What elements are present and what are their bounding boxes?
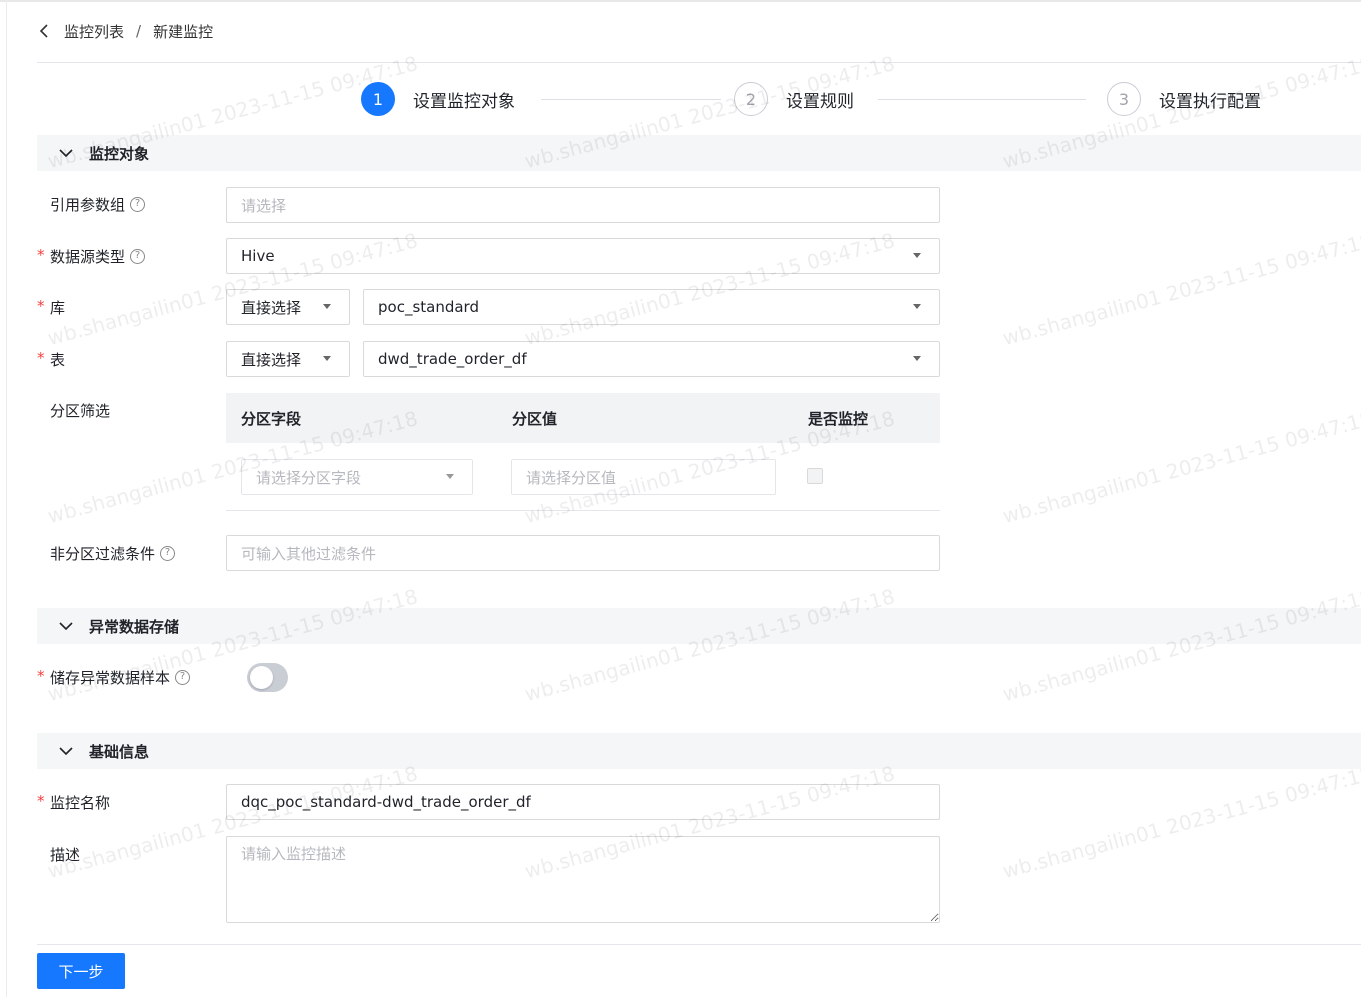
table-mode-value: 直接选择 — [241, 350, 302, 369]
monitor-name-value: dqc_poc_standard-dwd_trade_order_df — [241, 793, 531, 811]
watermark: wb.shangailin01 2023-11-15 09:47:18 — [1000, 228, 1361, 351]
table-label: 表 — [50, 349, 65, 369]
partition-value-input[interactable]: 请选择分区值 — [511, 459, 776, 495]
caret-down-icon — [913, 253, 921, 258]
chevron-left-icon[interactable] — [36, 22, 54, 40]
col-partition-value: 分区值 — [512, 410, 558, 428]
description-textarea[interactable] — [226, 836, 940, 923]
chevron-down-icon[interactable] — [57, 617, 75, 635]
table-value: dwd_trade_order_df — [378, 350, 527, 368]
breadcrumb-separator: / — [136, 22, 142, 40]
partition-table-divider — [226, 510, 940, 511]
steps-bar: 1 设置监控对象 2 设置规则 3 设置执行配置 — [0, 80, 1361, 120]
step-3[interactable]: 3 设置执行配置 — [1107, 80, 1261, 118]
col-partition-field: 分区字段 — [241, 410, 302, 428]
watermark: wb.shangailin01 2023-11-15 09:47:18 — [1000, 761, 1361, 884]
param-group-label-text: 引用参数组 — [50, 195, 126, 214]
non-partition-filter-label-text: 非分区过滤条件 — [50, 544, 156, 563]
next-step-button[interactable]: 下一步 — [37, 953, 125, 989]
toggle-knob — [250, 666, 273, 689]
watermark: wb.shangailin01 2023-11-15 09:47:18 — [45, 584, 421, 707]
step-3-label: 设置执行配置 — [1159, 91, 1261, 112]
database-mode-value: 直接选择 — [241, 298, 302, 317]
caret-down-icon — [323, 356, 331, 361]
datasource-type-label: 数据源类型 ? — [50, 246, 146, 266]
left-border — [6, 0, 7, 997]
datasource-type-label-text: 数据源类型 — [50, 247, 126, 266]
partition-field-select[interactable]: 请选择分区字段 — [241, 459, 473, 495]
database-value: poc_standard — [378, 298, 479, 316]
step-1[interactable]: 1 设置监控对象 — [361, 80, 515, 118]
non-partition-filter-placeholder: 可输入其他过滤条件 — [241, 544, 377, 563]
is-monitor-checkbox[interactable] — [807, 468, 823, 484]
non-partition-filter-label: 非分区过滤条件 ? — [50, 543, 176, 563]
caret-down-icon — [446, 474, 454, 479]
help-icon[interactable]: ? — [175, 669, 191, 685]
database-mode-select[interactable]: 直接选择 — [226, 289, 350, 325]
breadcrumb-current: 新建监控 — [153, 22, 214, 41]
database-label-text: 库 — [50, 298, 66, 317]
store-sample-toggle[interactable] — [247, 663, 288, 692]
partition-filter-label-text: 分区筛选 — [50, 401, 111, 420]
section-title: 基础信息 — [89, 742, 150, 761]
partition-filter-label: 分区筛选 — [50, 400, 110, 420]
step-1-number: 1 — [361, 82, 395, 116]
section-title: 监控对象 — [89, 144, 150, 163]
table-select[interactable]: dwd_trade_order_df — [363, 341, 940, 377]
param-group-placeholder: 请选择 — [241, 196, 287, 215]
param-group-label: 引用参数组 ? — [50, 194, 146, 214]
param-group-select[interactable]: 请选择 — [226, 187, 940, 223]
help-icon[interactable]: ? — [130, 196, 146, 212]
required-mark: * — [37, 349, 45, 367]
step-1-label: 设置监控对象 — [413, 91, 515, 112]
description-label-text: 描述 — [50, 845, 81, 864]
partition-value-placeholder: 请选择分区值 — [526, 468, 617, 487]
breadcrumb: 监控列表 / 新建监控 — [36, 20, 213, 42]
watermark: wb.shangailin01 2023-11-15 09:47:18 — [1000, 406, 1361, 529]
datasource-type-value: Hive — [241, 247, 275, 265]
section-basic-info[interactable]: 基础信息 — [37, 733, 1361, 769]
watermark: wb.shangailin01 2023-11-15 09:47:18 — [522, 584, 898, 707]
breadcrumb-parent-link[interactable]: 监控列表 — [64, 21, 124, 42]
table-label-text: 表 — [50, 350, 66, 369]
step-connector — [878, 99, 1086, 100]
caret-down-icon — [323, 304, 331, 309]
chevron-down-icon[interactable] — [57, 742, 75, 760]
required-mark: * — [37, 792, 45, 810]
header-divider — [37, 62, 1361, 63]
section-abnormal-storage[interactable]: 异常数据存储 — [37, 608, 1361, 644]
section-title: 异常数据存储 — [89, 617, 180, 636]
step-2-number: 2 — [734, 82, 768, 116]
non-partition-filter-input[interactable]: 可输入其他过滤条件 — [226, 535, 940, 571]
chevron-down-icon[interactable] — [57, 144, 75, 162]
monitor-name-label-text: 监控名称 — [50, 793, 111, 812]
step-2-label: 设置规则 — [786, 91, 854, 112]
step-3-number: 3 — [1107, 82, 1141, 116]
step-2[interactable]: 2 设置规则 — [734, 80, 854, 118]
partition-table-header: 分区字段 分区值 是否监控 — [226, 393, 940, 443]
watermark: wb.shangailin01 2023-11-15 09:47:18 — [1000, 584, 1361, 707]
footer-divider — [37, 944, 1361, 945]
caret-down-icon — [913, 356, 921, 361]
database-label: 库 — [50, 297, 65, 317]
step-connector — [541, 99, 721, 100]
required-mark: * — [37, 297, 45, 315]
required-mark: * — [37, 667, 45, 685]
store-sample-label-text: 储存异常数据样本 — [50, 668, 171, 687]
database-select[interactable]: poc_standard — [363, 289, 940, 325]
partition-field-placeholder: 请选择分区字段 — [256, 468, 362, 487]
monitor-name-input[interactable]: dqc_poc_standard-dwd_trade_order_df — [226, 784, 940, 820]
top-border — [0, 0, 1361, 2]
table-mode-select[interactable]: 直接选择 — [226, 341, 350, 377]
caret-down-icon — [913, 304, 921, 309]
monitor-name-label: 监控名称 — [50, 792, 110, 812]
help-icon[interactable]: ? — [130, 248, 146, 264]
store-sample-label: 储存异常数据样本 ? — [50, 667, 191, 687]
section-monitor-object[interactable]: 监控对象 — [37, 135, 1361, 171]
required-mark: * — [37, 246, 45, 264]
help-icon[interactable]: ? — [160, 545, 176, 561]
col-is-monitor: 是否监控 — [808, 410, 869, 428]
description-label: 描述 — [50, 844, 80, 864]
datasource-type-select[interactable]: Hive — [226, 238, 940, 274]
